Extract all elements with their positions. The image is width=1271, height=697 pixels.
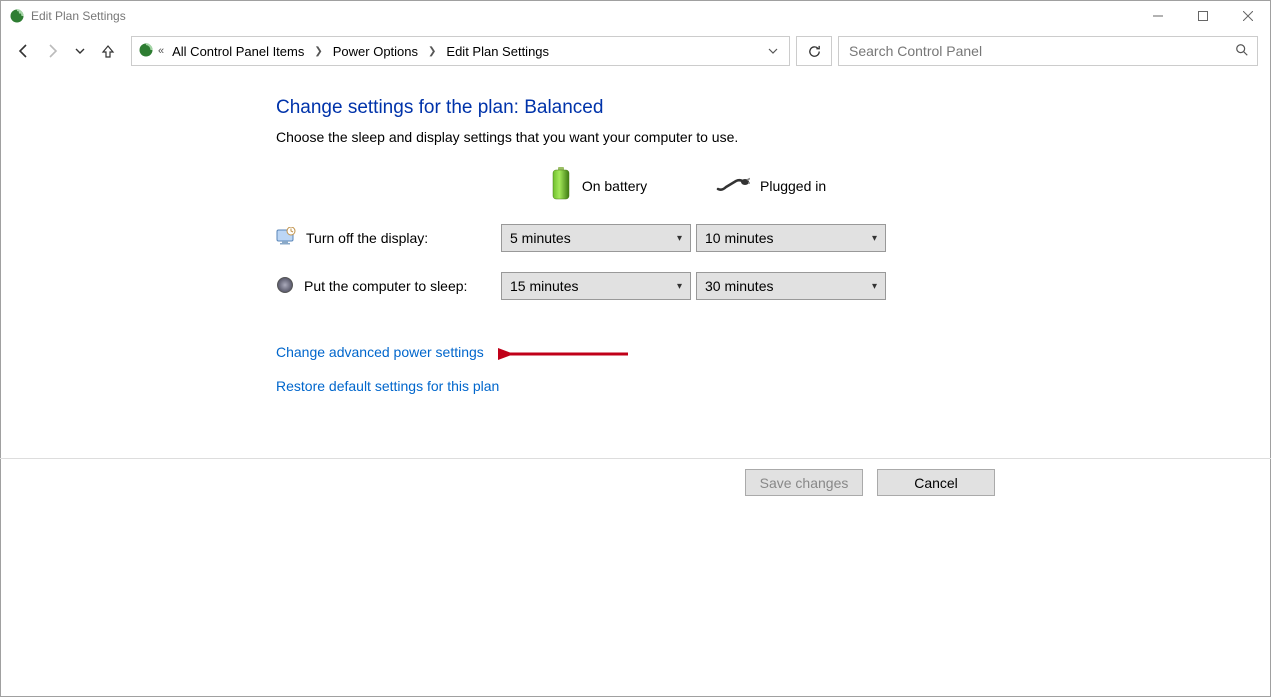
forward-button[interactable]	[41, 40, 63, 62]
page-subtext: Choose the sleep and display settings th…	[276, 129, 1270, 145]
chevron-down-icon: ▾	[872, 281, 877, 292]
breadcrumb-overflow-icon[interactable]: «	[158, 45, 164, 57]
display-icon	[276, 227, 296, 250]
row-sleep: Put the computer to sleep:	[276, 276, 501, 297]
link-restore-defaults[interactable]: Restore default settings for this plan	[276, 378, 1270, 394]
display-plugged-dropdown[interactable]: 10 minutes ▾	[696, 224, 886, 252]
search-icon[interactable]	[1235, 43, 1249, 60]
link-advanced-power-settings[interactable]: Change advanced power settings	[276, 344, 1270, 360]
navbar: « All Control Panel Items ❯ Power Option…	[1, 31, 1270, 71]
page-title: Change settings for the plan: Balanced	[276, 97, 1270, 119]
plug-icon	[716, 175, 750, 196]
breadcrumb-edit-plan[interactable]: Edit Plan Settings	[442, 42, 553, 61]
annotation-arrow	[498, 343, 638, 365]
column-header-battery: On battery	[501, 167, 696, 204]
content-area: Change settings for the plan: Balanced C…	[1, 71, 1270, 451]
window-title: Edit Plan Settings	[31, 9, 1135, 23]
chevron-down-icon: ▾	[872, 233, 877, 244]
moon-icon	[276, 276, 294, 297]
address-icon	[138, 42, 154, 61]
minimize-button[interactable]	[1135, 1, 1180, 31]
app-icon	[9, 8, 25, 24]
up-button[interactable]	[97, 40, 119, 62]
chevron-down-icon: ▾	[677, 233, 682, 244]
close-button[interactable]	[1225, 1, 1270, 31]
save-changes-button[interactable]: Save changes	[745, 469, 863, 496]
address-dropdown-button[interactable]	[763, 46, 783, 56]
column-header-plugged-in: Plugged in	[696, 175, 891, 196]
button-bar: Save changes Cancel	[0, 458, 1271, 506]
row-turn-off-display: Turn off the display:	[276, 227, 501, 250]
refresh-button[interactable]	[796, 36, 832, 66]
back-button[interactable]	[13, 40, 35, 62]
breadcrumb-power-options[interactable]: Power Options	[329, 42, 422, 61]
sleep-plugged-dropdown[interactable]: 30 minutes ▾	[696, 272, 886, 300]
titlebar: Edit Plan Settings	[1, 1, 1270, 31]
display-battery-dropdown[interactable]: 5 minutes ▾	[501, 224, 691, 252]
breadcrumb-all-items[interactable]: All Control Panel Items	[168, 42, 308, 61]
chevron-right-icon[interactable]: ❯	[426, 46, 438, 57]
chevron-down-icon: ▾	[677, 281, 682, 292]
sleep-battery-dropdown[interactable]: 15 minutes ▾	[501, 272, 691, 300]
window-controls	[1135, 1, 1270, 31]
maximize-button[interactable]	[1180, 1, 1225, 31]
chevron-right-icon[interactable]: ❯	[312, 46, 324, 57]
recent-locations-button[interactable]	[69, 40, 91, 62]
search-box[interactable]	[838, 36, 1258, 66]
search-input[interactable]	[847, 42, 1229, 60]
cancel-button[interactable]: Cancel	[877, 469, 995, 496]
address-bar[interactable]: « All Control Panel Items ❯ Power Option…	[131, 36, 790, 66]
battery-icon	[550, 167, 572, 204]
